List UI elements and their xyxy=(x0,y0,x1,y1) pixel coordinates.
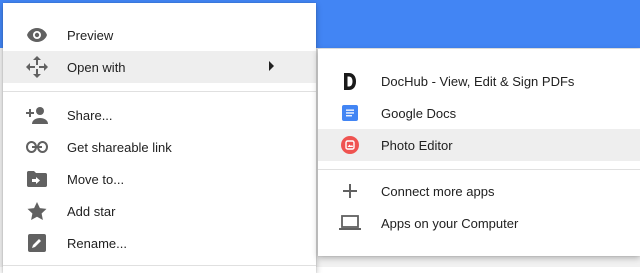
menu-divider xyxy=(3,91,316,92)
menu-item-label: Get shareable link xyxy=(67,139,172,155)
context-menu: Preview Open with Share... Get shareable… xyxy=(3,3,316,273)
plus-icon xyxy=(338,179,362,203)
menu-item-label: Add star xyxy=(67,203,116,219)
menu-item-open-with[interactable]: Open with xyxy=(3,51,316,83)
chevron-right-icon xyxy=(269,61,275,71)
menu-item-label: Move to... xyxy=(67,171,125,187)
menu-item-rename[interactable]: Rename... xyxy=(3,227,316,259)
menu-item-preview[interactable]: Preview xyxy=(3,19,316,51)
menu-item-get-shareable-link[interactable]: Get shareable link xyxy=(3,131,316,163)
menu-item-label: Rename... xyxy=(67,235,127,251)
dochub-icon xyxy=(338,69,362,93)
laptop-icon xyxy=(338,211,362,235)
submenu-item-google-docs[interactable]: Google Docs xyxy=(318,97,640,129)
submenu-divider xyxy=(318,169,640,170)
menu-item-label: Share... xyxy=(67,107,113,123)
person-add-icon xyxy=(25,103,49,127)
submenu-item-label: Google Docs xyxy=(381,105,457,121)
submenu-item-dochub[interactable]: DocHub - View, Edit & Sign PDFs xyxy=(318,65,640,97)
move-arrows-icon xyxy=(25,55,49,79)
folder-move-icon xyxy=(25,167,49,191)
open-with-submenu: DocHub - View, Edit & Sign PDFs Google D… xyxy=(318,49,640,256)
menu-item-add-star[interactable]: Add star xyxy=(3,195,316,227)
submenu-item-photo-editor[interactable]: Photo Editor xyxy=(318,129,640,161)
menu-item-label: Preview xyxy=(67,27,114,43)
submenu-item-apps-on-computer[interactable]: Apps on your Computer xyxy=(318,207,640,239)
pencil-icon xyxy=(25,231,49,255)
photo-editor-icon xyxy=(338,133,362,157)
menu-item-label: Open with xyxy=(67,59,126,75)
menu-divider xyxy=(3,265,316,266)
eye-icon xyxy=(25,23,49,47)
menu-item-share[interactable]: Share... xyxy=(3,99,316,131)
submenu-item-label: Apps on your Computer xyxy=(381,215,519,231)
link-icon xyxy=(25,135,49,159)
submenu-item-connect-more-apps[interactable]: Connect more apps xyxy=(318,175,640,207)
submenu-item-label: DocHub - View, Edit & Sign PDFs xyxy=(381,73,575,89)
google-docs-icon xyxy=(338,101,362,125)
menu-item-move-to[interactable]: Move to... xyxy=(3,163,316,195)
star-icon xyxy=(25,199,49,223)
submenu-item-label: Photo Editor xyxy=(381,137,453,153)
submenu-item-label: Connect more apps xyxy=(381,183,495,199)
